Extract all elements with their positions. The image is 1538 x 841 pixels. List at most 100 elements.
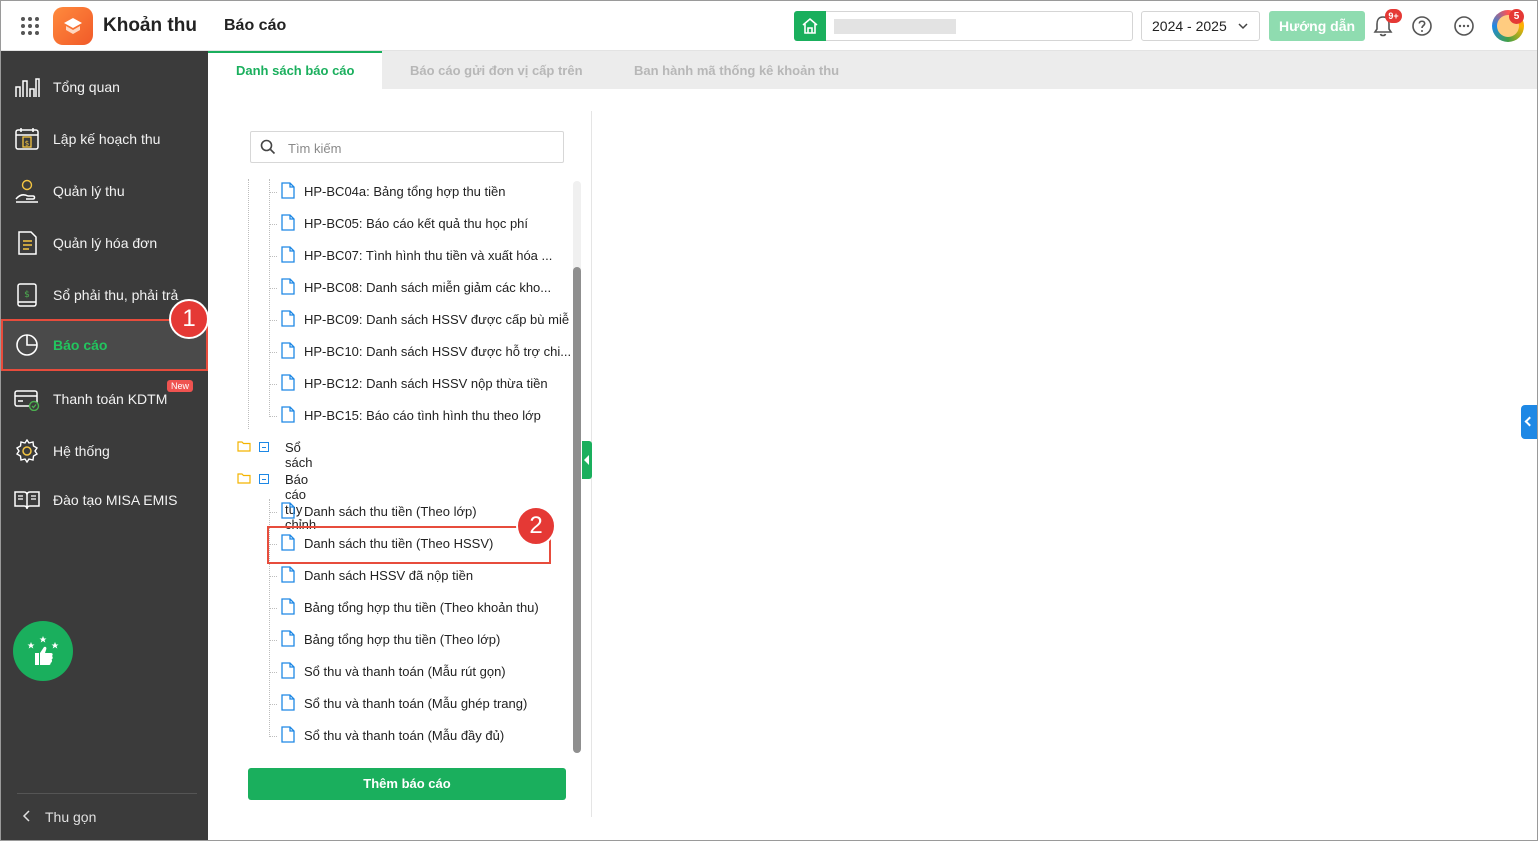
document-icon xyxy=(281,598,295,615)
sidebar-item-dao-tao-misa-emis[interactable]: Đào tạo MISA EMIS xyxy=(1,474,208,526)
tab-bao-cao-gui-don-vi-cap-tren[interactable]: Báo cáo gửi đơn vị cấp trên xyxy=(410,51,583,89)
sidebar-item-label: Báo cáo xyxy=(53,337,108,353)
scrollbar-thumb[interactable] xyxy=(573,267,581,753)
school-year-select[interactable]: 2024 - 2025 xyxy=(1141,11,1260,41)
sidebar-item-label: Tổng quan xyxy=(53,79,120,95)
tree-connector xyxy=(269,320,277,321)
ledger-icon: $ xyxy=(17,283,37,307)
document-icon xyxy=(281,310,295,327)
search-input[interactable]: Tìm kiếm xyxy=(250,131,564,163)
sidebar-item-thanh-toan-kdtm[interactable]: Thanh toán KDTM New xyxy=(1,373,208,425)
tree-connector xyxy=(269,352,277,353)
more-options-icon[interactable] xyxy=(1453,15,1475,37)
page-title: Báo cáo xyxy=(224,17,287,34)
report-item-label: HP-BC07: Tình hình thu tiền và xuất hóa … xyxy=(304,248,553,263)
pie-chart-icon xyxy=(16,334,38,356)
document-icon xyxy=(281,694,295,711)
app-window: Khoản thu Báo cáo 2024 - 2025 Hướng dẫn … xyxy=(0,0,1538,841)
report-item-label: Bảng tổng hợp thu tiền (Theo khoản thu) xyxy=(304,600,539,615)
tree-connector xyxy=(269,288,277,289)
tree-connector xyxy=(269,384,277,385)
svg-text:$: $ xyxy=(24,290,30,300)
document-icon xyxy=(281,246,295,263)
folder-label: Sổ sách xyxy=(285,440,313,470)
collapse-label: Thu gọn xyxy=(45,809,97,825)
document-icon xyxy=(281,342,295,359)
tree-connector xyxy=(269,608,277,609)
guide-button[interactable]: Hướng dẫn xyxy=(1269,11,1365,41)
collapse-sidebar-button[interactable]: Thu gọn xyxy=(17,793,197,825)
invoice-icon xyxy=(18,231,37,255)
sidebar-item-tong-quan[interactable]: Tổng quan xyxy=(1,61,208,113)
thumbs-up-stars-icon xyxy=(27,636,59,665)
tab-bar: Danh sách báo cáo Báo cáo gửi đơn vị cấp… xyxy=(208,51,1537,89)
panel-collapse-handle[interactable] xyxy=(582,441,592,479)
sidebar-item-lap-ke-hoach-thu[interactable]: $ Lập kế hoạch thu xyxy=(1,113,208,165)
add-report-button[interactable]: Thêm báo cáo xyxy=(248,768,566,800)
sidebar-item-quan-ly-hoa-don[interactable]: Quản lý hóa đơn xyxy=(1,217,208,269)
app-logo xyxy=(53,7,93,45)
document-icon xyxy=(281,502,295,519)
report-item-label: HP-BC09: Danh sách HSSV được cấp bù miễ xyxy=(304,312,570,327)
search-placeholder: Tìm kiếm xyxy=(288,141,342,156)
tree-connector xyxy=(269,736,277,737)
help-icon[interactable] xyxy=(1411,15,1433,37)
document-icon xyxy=(281,374,295,391)
sidebar-item-he-thong[interactable]: Hệ thống xyxy=(1,425,208,477)
tree-connector xyxy=(269,416,277,417)
rate-app-button[interactable] xyxy=(13,621,73,681)
collapse-toggle-icon[interactable] xyxy=(259,474,269,484)
sidebar-item-label: Đào tạo MISA EMIS xyxy=(53,492,178,508)
home-button[interactable] xyxy=(794,11,826,41)
document-icon xyxy=(281,214,295,231)
report-item-label: HP-BC15: Báo cáo tình hình thu theo lớp xyxy=(304,408,541,423)
tree-connector xyxy=(269,672,277,673)
document-icon xyxy=(281,630,295,647)
sidebar-item-label: Quản lý thu xyxy=(53,183,125,199)
open-book-icon xyxy=(14,491,40,510)
search-icon xyxy=(260,139,276,155)
sidebar-item-quan-ly-thu[interactable]: Quản lý thu xyxy=(1,165,208,217)
collapse-toggle-icon[interactable] xyxy=(259,442,269,452)
report-item-label: HP-BC12: Danh sách HSSV nộp thừa tiền xyxy=(304,376,548,391)
report-item-label: Sổ thu và thanh toán (Mẫu rút gọn) xyxy=(304,664,506,679)
highlight-box xyxy=(267,526,551,564)
tab-danh-sach-bao-cao[interactable]: Danh sách báo cáo xyxy=(208,51,383,89)
calendar-money-icon: $ xyxy=(15,128,39,150)
document-icon xyxy=(281,662,295,679)
document-icon xyxy=(281,726,295,743)
document-icon xyxy=(281,182,295,199)
home-icon xyxy=(802,17,818,34)
top-bar: Khoản thu Báo cáo 2024 - 2025 Hướng dẫn … xyxy=(1,1,1537,51)
report-item-label: HP-BC10: Danh sách HSSV được hỗ trợ chi.… xyxy=(304,344,572,359)
tree-connector xyxy=(269,224,277,225)
tree-connector xyxy=(269,256,277,257)
sidebar-item-label: Hệ thống xyxy=(53,443,110,459)
report-item-label: Bảng tổng hợp thu tiền (Theo lớp) xyxy=(304,632,501,647)
tree-connector xyxy=(269,512,277,513)
school-year-value: 2024 - 2025 xyxy=(1152,18,1227,34)
document-icon xyxy=(281,278,295,295)
sidebar-item-label: Lập kế hoạch thu xyxy=(53,131,161,147)
step-marker-2: 2 xyxy=(516,506,556,546)
tab-ban-hanh-ma-thong-ke[interactable]: Ban hành mã thống kê khoản thu xyxy=(634,51,839,89)
tree-connector xyxy=(269,179,270,417)
school-name-redacted xyxy=(834,19,956,34)
new-badge: New xyxy=(167,380,194,392)
school-selector[interactable] xyxy=(826,11,1133,41)
right-panel-toggle[interactable] xyxy=(1521,405,1537,439)
app-grid-icon[interactable] xyxy=(21,17,39,35)
report-item-label: Danh sách HSSV đã nộp tiền xyxy=(304,568,474,583)
chevron-left-icon xyxy=(22,810,30,822)
step-marker-1: 1 xyxy=(169,299,209,339)
report-item-label: HP-BC05: Báo cáo kết quả thu học phí xyxy=(304,216,529,231)
sidebar-item-label: Thanh toán KDTM xyxy=(53,391,168,407)
report-item-label: HP-BC04a: Bảng tổng hợp thu tiền xyxy=(304,184,506,199)
card-payment-icon xyxy=(14,390,40,411)
report-item-label: Sổ thu và thanh toán (Mẫu đầy đủ) xyxy=(304,728,505,743)
tree-connector xyxy=(248,179,249,429)
sidebar-item-label: Quản lý hóa đơn xyxy=(53,235,158,251)
tree-connector xyxy=(269,192,277,193)
chevron-down-icon xyxy=(1238,23,1248,30)
folder-icon xyxy=(237,473,251,484)
